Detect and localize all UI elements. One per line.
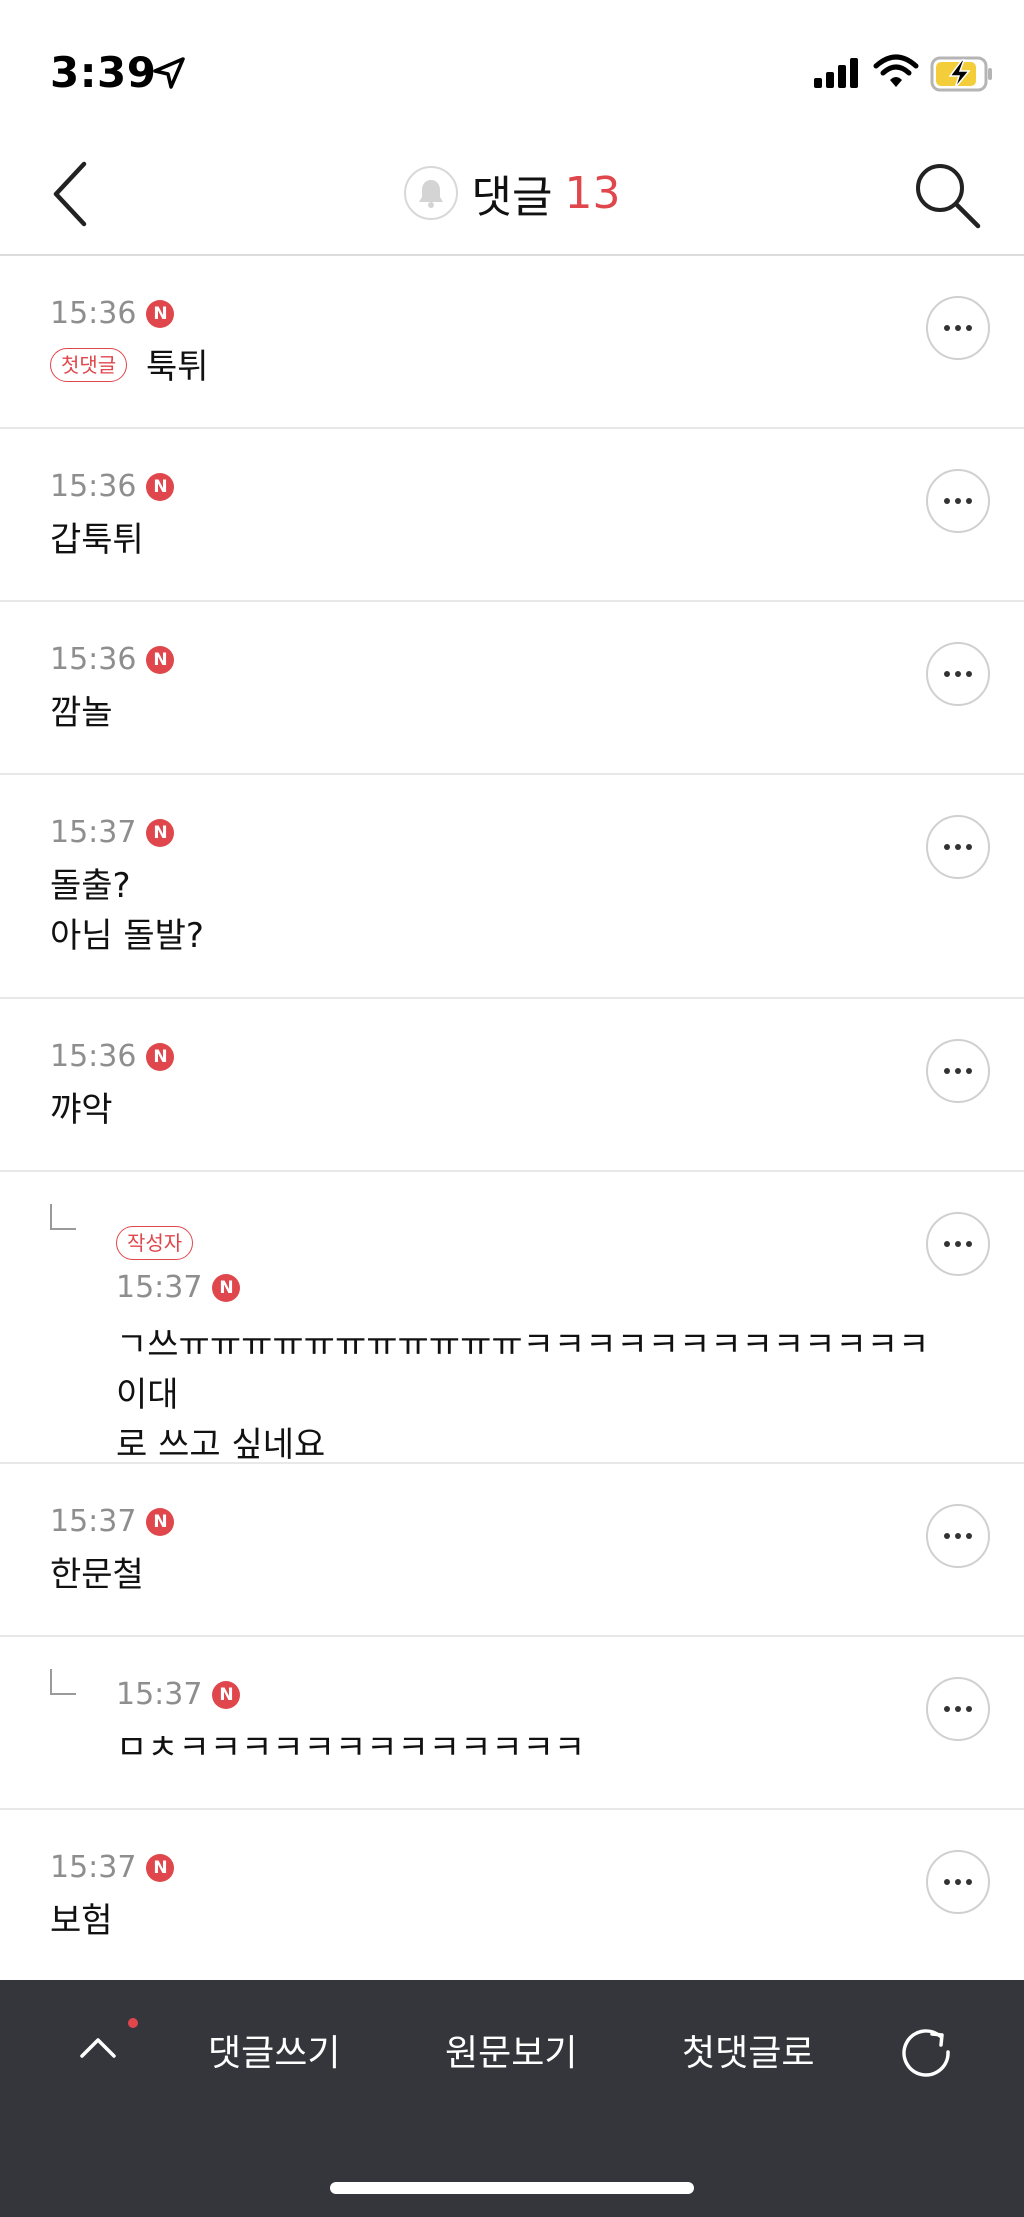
more-options-button[interactable] [926, 1677, 990, 1741]
new-badge: N [212, 1273, 241, 1302]
comment-time: 15:36 [50, 1039, 137, 1074]
comment-text: ㄱ쓰ㅠㅠㅠㅠㅠㅠㅠㅠㅠㅠㅠㅋㅋㅋㅋㅋㅋㅋㅋㅋㅋㅋㅋㅋ 이대 로 쓰고 싶네요 [116, 1325, 930, 1465]
comment-meta: 15:37 N [50, 815, 175, 850]
ellipsis-icon [944, 671, 972, 677]
new-badge: N [146, 1042, 175, 1071]
comment-item: 15:36 N 깜놀 [0, 602, 1024, 775]
more-options-button[interactable] [926, 1504, 990, 1568]
comment-time: 15:36 [50, 469, 137, 504]
new-badge: N [146, 472, 175, 501]
header-title-group: 댓글 13 [0, 160, 1024, 226]
ellipsis-icon [944, 1879, 972, 1885]
comment-item: 15:37 N 돌출? 아님 돌발? [0, 775, 1024, 999]
comment-time: 15:36 [50, 296, 137, 331]
ellipsis-icon [944, 1533, 972, 1539]
notification-bell-button[interactable] [403, 166, 458, 220]
home-indicator [330, 2182, 694, 2194]
ellipsis-icon [944, 1241, 972, 1247]
comment-time: 15:36 [50, 642, 137, 677]
more-options-button[interactable] [926, 1212, 990, 1276]
comment-time: 15:37 [116, 1677, 203, 1712]
comment-item: 15:37 N 한문철 [0, 1464, 1024, 1637]
comment-item: 15:37 N 보험 [0, 1810, 1024, 1983]
comment-meta: 15:36 N [50, 1039, 175, 1074]
ellipsis-icon [944, 1706, 972, 1712]
comment-item: 15:36 N 첫댓글 툭튀 [0, 256, 1024, 429]
comment-text: ㅁㅊㅋㅋㅋㅋㅋㅋㅋㅋㅋㅋㅋㅋㅋ [116, 1728, 586, 1768]
scroll-to-top-button[interactable] [70, 2020, 126, 2076]
more-options-button[interactable] [926, 815, 990, 879]
bell-icon [418, 180, 443, 208]
comment-text: 보험 [50, 1901, 113, 1941]
write-comment-button[interactable]: 댓글쓰기 [208, 2024, 340, 2076]
reply-arrow-icon [50, 1669, 76, 1695]
ellipsis-icon [944, 844, 972, 850]
view-original-button[interactable]: 원문보기 [445, 2024, 577, 2076]
comment-meta: 15:36 N [50, 642, 175, 677]
new-badge: N [146, 1507, 175, 1536]
comments-header: 댓글 13 [0, 130, 1024, 256]
new-badge: N [146, 299, 175, 328]
new-badge: N [146, 1853, 175, 1882]
comment-meta: 15:37 N [116, 1270, 241, 1305]
comment-item: 15:36 N 꺄악 [0, 999, 1024, 1172]
status-time: 3:39 [50, 48, 157, 97]
first-comment-tag: 첫댓글 [50, 348, 128, 382]
new-badge: N [212, 1680, 241, 1709]
comment-list: 15:36 N 첫댓글 툭튀 15:36 N 갑툭튀 15:36 N 깜놀 15… [0, 256, 1024, 1983]
wifi-icon [873, 54, 919, 87]
search-button[interactable] [912, 160, 982, 230]
comment-time: 15:37 [50, 815, 137, 850]
reply-item: 작성자 15:37 N ㄱ쓰ㅠㅠㅠㅠㅠㅠㅠㅠㅠㅠㅠㅋㅋㅋㅋㅋㅋㅋㅋㅋㅋㅋㅋㅋ 이… [0, 1172, 1024, 1465]
more-options-button[interactable] [926, 296, 990, 360]
comment-meta: 15:36 N [50, 469, 175, 504]
first-comment-button[interactable]: 첫댓글로 [682, 2024, 814, 2076]
more-options-button[interactable] [926, 1039, 990, 1103]
comment-text: 툭튀 [146, 347, 209, 387]
comment-text: 한문철 [50, 1555, 144, 1595]
notification-dot [128, 2018, 138, 2028]
new-badge: N [146, 645, 175, 674]
comment-time: 15:37 [50, 1850, 137, 1885]
more-options-button[interactable] [926, 642, 990, 706]
ellipsis-icon [944, 498, 972, 504]
ellipsis-icon [944, 325, 972, 331]
comment-time: 15:37 [116, 1270, 203, 1305]
ellipsis-icon [944, 1068, 972, 1074]
more-options-button[interactable] [926, 1850, 990, 1914]
comment-meta: 15:36 N [50, 296, 175, 331]
refresh-button[interactable] [896, 2022, 956, 2082]
comment-time: 15:37 [50, 1504, 137, 1539]
comment-text: 갑툭튀 [50, 520, 144, 560]
comment-text: 깜놀 [50, 693, 113, 733]
cellular-signal-icon [814, 58, 858, 88]
comment-item: 15:36 N 갑툭튀 [0, 429, 1024, 602]
location-arrow-icon [153, 57, 185, 89]
comment-text: 돌출? 아님 돌발? [50, 866, 204, 956]
more-options-button[interactable] [926, 469, 990, 533]
page-title: 댓글 [471, 172, 553, 223]
reply-arrow-icon [50, 1204, 76, 1230]
battery-charging-icon [930, 56, 992, 92]
comment-count: 13 [564, 167, 621, 219]
new-badge: N [146, 818, 175, 847]
comment-meta: 15:37 N [50, 1504, 175, 1539]
comment-meta: 15:37 N [50, 1850, 175, 1885]
comment-meta: 15:37 N [116, 1677, 241, 1712]
comment-text: 꺄악 [50, 1090, 113, 1130]
author-tag: 작성자 [116, 1226, 194, 1260]
reply-item: 15:37 N ㅁㅊㅋㅋㅋㅋㅋㅋㅋㅋㅋㅋㅋㅋㅋ [0, 1637, 1024, 1810]
status-bar: 3:39 [0, 0, 1024, 130]
